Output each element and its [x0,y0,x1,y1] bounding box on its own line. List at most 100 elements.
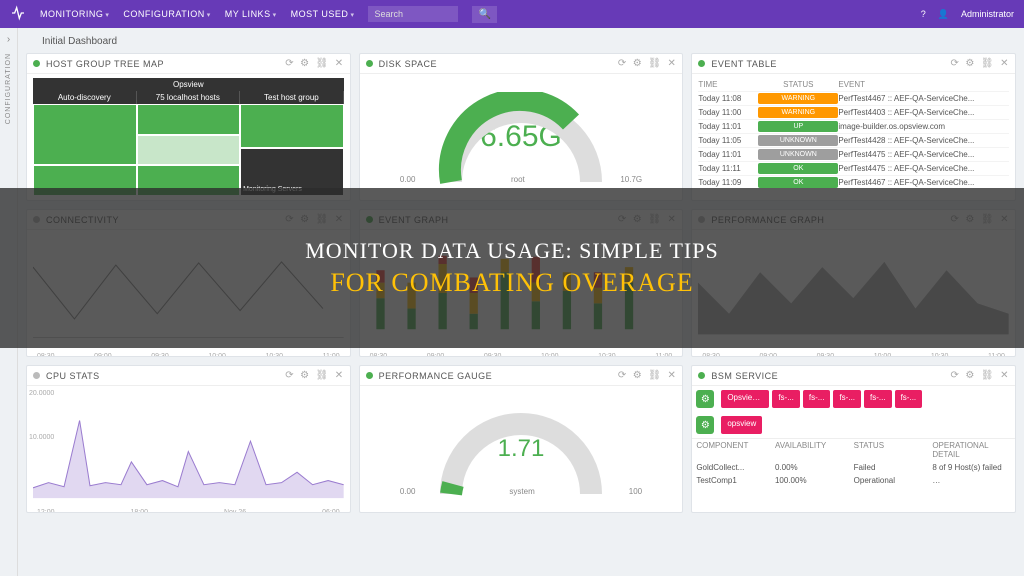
table-row[interactable]: Today 11:09OKPerfTest4467 :: AEF-QA-Serv… [698,175,1009,189]
main-nav: MONITORING CONFIGURATION MY LINKS MOST U… [40,9,354,19]
close-icon[interactable]: ✕ [335,58,344,69]
link-icon[interactable]: ⛓ [316,370,329,381]
gauge-min: 0.00 [400,487,416,496]
service-tag[interactable]: fs-... [803,390,831,408]
logo-icon [10,5,26,24]
widget-cpu-stats: CPU STATS ⟳ ⚙ ⛓ ✕ 20.0000 10.0000 12:00 18:0… [26,365,351,513]
refresh-icon[interactable]: ⟳ [951,370,960,381]
treemap-col[interactable]: Auto-discovery [33,91,137,104]
widget-title: CPU STATS [46,371,100,381]
close-icon[interactable]: ✕ [1000,58,1009,69]
status-dot-icon [366,372,373,379]
table-row[interactable]: TestComp1100.00%Operational… [692,474,1015,487]
col[interactable]: AVAILABILITY [775,441,854,459]
table-row[interactable]: GoldCollect...0.00%Failed8 of 9 Host(s) … [692,461,1015,474]
gauge-min: 0.00 [400,175,416,184]
x-tick: Nov 26 [224,509,246,512]
x-tick: 18:00 [130,509,148,512]
refresh-icon[interactable]: ⟳ [618,58,627,69]
gear-icon[interactable]: ⚙ [633,370,642,381]
widget-title: DISK SPACE [379,59,437,69]
widget-performance-gauge: PERFORMANCE GAUGE ⟳⚙⛓✕ 1.71 0.00system10… [359,365,684,513]
refresh-icon[interactable]: ⟳ [285,370,294,381]
col-time[interactable]: TIME [698,80,758,89]
link-icon[interactable]: ⛓ [981,370,994,381]
nav-mostused[interactable]: MOST USED [291,9,355,19]
gear-icon[interactable]: ⚙ [300,370,309,381]
status-dot-icon [33,60,40,67]
x-tick: 12:00 [37,509,55,512]
col-status[interactable]: STATUS [758,80,838,89]
gear-icon[interactable]: ⚙ [633,58,642,69]
gauge-max: 100 [629,487,642,496]
service-tag[interactable]: OpsviewT... [721,390,769,408]
treemap-root[interactable]: Opsview [33,78,344,91]
refresh-icon[interactable]: ⟳ [285,58,294,69]
y-tick: 10.0000 [29,434,54,441]
gear-icon[interactable]: ⚙ [696,416,714,434]
treemap-col[interactable]: Test host group [240,91,344,104]
breadcrumb[interactable]: Initial Dashboard [42,36,1016,47]
col-event[interactable]: EVENT [838,80,1009,89]
refresh-icon[interactable]: ⟳ [618,370,627,381]
gear-icon[interactable]: ⚙ [965,58,974,69]
table-row[interactable]: Today 11:00WARNINGPerfTest4403 :: AEF-QA… [698,105,1009,119]
table-row[interactable]: Today 11:05UNKNOWNPerfTest4428 :: AEF-QA… [698,133,1009,147]
widget-title: EVENT TABLE [711,59,777,69]
widget-title: BSM SERVICE [711,371,778,381]
treemap-cell[interactable] [137,135,241,166]
widget-bsm-service: BSM SERVICE ⟳⚙⛓✕ ⚙OpsviewT...fs-...fs-..… [691,365,1016,513]
table-row[interactable]: Today 11:11OKPerfTest4475 :: AEF-QA-Serv… [698,161,1009,175]
widget-title: PERFORMANCE GAUGE [379,371,493,381]
gauge-max: 10.7G [620,175,642,184]
search-input[interactable] [368,6,458,22]
service-tag[interactable]: fs-... [833,390,861,408]
col[interactable]: COMPONENT [696,441,775,459]
service-tag[interactable]: fs-... [772,390,800,408]
close-icon[interactable]: ✕ [335,370,344,381]
close-icon[interactable]: ✕ [667,58,676,69]
nav-configuration[interactable]: CONFIGURATION [123,9,210,19]
gauge-label: system [509,487,534,496]
hero-overlay: MONITOR DATA USAGE: SIMPLE TIPS FOR COMB… [0,188,1024,348]
link-icon[interactable]: ⛓ [648,58,661,69]
search-icon[interactable]: 🔍 [472,6,496,23]
close-icon[interactable]: ✕ [667,370,676,381]
treemap-cell[interactable] [137,104,241,135]
table-row[interactable]: Today 11:01UPimage-builder.os.opsview.co… [698,119,1009,133]
gear-icon[interactable]: ⚙ [696,390,714,408]
treemap-cell[interactable] [240,104,344,148]
link-icon[interactable]: ⛓ [648,370,661,381]
service-tag[interactable]: fs-... [895,390,923,408]
treemap-cell[interactable] [33,104,137,165]
service-tag[interactable]: fs-... [864,390,892,408]
service-tag[interactable]: opsview [721,416,762,434]
nav-mylinks[interactable]: MY LINKS [225,9,277,19]
col[interactable]: OPERATIONAL DETAIL [932,441,1011,459]
gear-icon[interactable]: ⚙ [965,370,974,381]
gauge-label: root [511,175,525,184]
col[interactable]: STATUS [854,441,933,459]
help-icon[interactable]: ? [921,9,926,19]
table-row[interactable]: Today 11:08WARNINGPerfTest4467 :: AEF-QA… [698,91,1009,105]
y-tick: 20.0000 [29,390,54,397]
sidebar-expand-icon[interactable]: › [7,34,10,45]
top-bar: MONITORING CONFIGURATION MY LINKS MOST U… [0,0,1024,28]
close-icon[interactable]: ✕ [1000,370,1009,381]
table-row[interactable]: Today 11:01UNKNOWNPerfTest4475 :: AEF-QA… [698,147,1009,161]
widget-title: HOST GROUP TREE MAP [46,59,164,69]
user-icon: 👤 [938,9,949,20]
refresh-icon[interactable]: ⟳ [951,58,960,69]
widget-event-table: EVENT TABLE ⟳ ⚙ ⛓ ✕ TIMESTATUSEVENT Today 1… [691,53,1016,201]
overlay-line1: MONITOR DATA USAGE: SIMPLE TIPS [305,238,718,264]
widget-treemap: HOST GROUP TREE MAP ⟳ ⚙ ⛓ ✕ Opsview Auto-di… [26,53,351,201]
link-icon[interactable]: ⛓ [981,58,994,69]
status-dot-icon [33,372,40,379]
gear-icon[interactable]: ⚙ [300,58,309,69]
line-chart [33,390,344,508]
user-menu[interactable]: Administrator [961,9,1014,19]
nav-monitoring[interactable]: MONITORING [40,9,109,19]
link-icon[interactable]: ⛓ [316,58,329,69]
status-dot-icon [698,372,705,379]
treemap-col[interactable]: 75 localhost hosts [137,91,241,104]
